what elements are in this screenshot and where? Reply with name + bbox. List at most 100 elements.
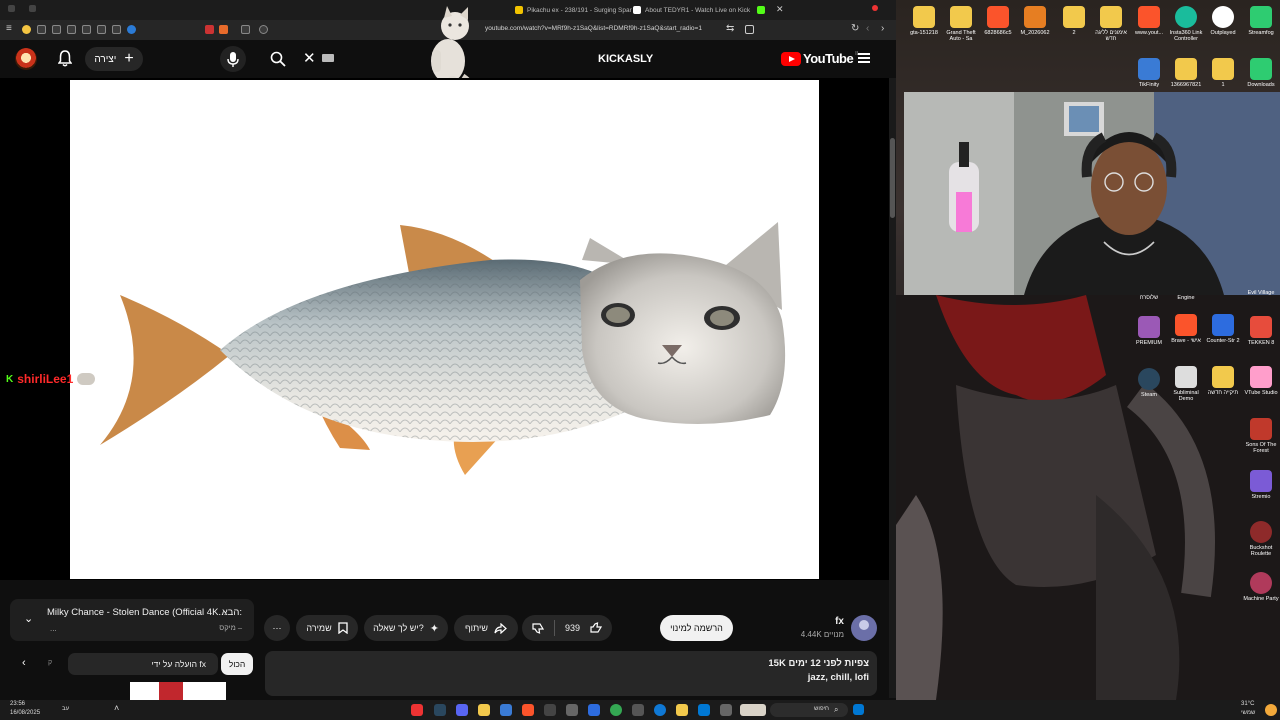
reload-icon[interactable]: ↻ — [851, 23, 859, 34]
desktop-icon[interactable]: Outplayed — [1205, 6, 1241, 36]
tab-kick-about[interactable]: About TEDYR1 - Watch Live on Kick — [633, 2, 750, 18]
file-explorer-icon[interactable] — [676, 704, 688, 716]
desktop-icon[interactable]: Sons Of The Forest — [1243, 418, 1279, 454]
app-icon[interactable] — [500, 704, 512, 716]
chip-all[interactable]: הכול — [221, 653, 253, 675]
more-actions-button[interactable]: ⋯ — [264, 615, 290, 641]
language-indicator[interactable]: עב — [62, 706, 69, 712]
description-box[interactable]: 15K צפיות לפני 12 ימים jazz, chill, lofi — [265, 651, 877, 696]
scrollbar-thumb[interactable] — [890, 138, 895, 218]
app-icon[interactable] — [566, 704, 578, 716]
create-button[interactable]: יצירה + — [85, 47, 143, 71]
guide-menu-icon[interactable] — [858, 53, 870, 63]
extension-icon[interactable] — [22, 25, 31, 34]
desktop-icon[interactable]: M_2026062 — [1017, 6, 1053, 36]
search-button[interactable] — [262, 46, 294, 72]
ask-button[interactable]: יש לך שאלה? ✦ — [364, 615, 448, 641]
youtube-logo[interactable]: YouTube IL — [781, 51, 859, 66]
menu-icon[interactable]: ≡ — [6, 23, 12, 34]
desktop-icon[interactable]: gta-151218 — [906, 6, 942, 36]
app-icon[interactable] — [720, 704, 732, 716]
weather-sun-icon[interactable] — [1265, 704, 1277, 716]
desktop-icon[interactable]: Counter-Str 2 — [1205, 314, 1241, 344]
chevron-left-icon[interactable]: ‹ — [22, 657, 26, 669]
desktop-icon[interactable]: Downloads — [1243, 58, 1279, 88]
desktop-icon[interactable]: PREMIUM — [1131, 316, 1167, 346]
extension-icon[interactable] — [112, 25, 121, 34]
desktop-icon[interactable]: 1366967821 — [1168, 58, 1204, 88]
desktop-icon[interactable]: VTube Studio — [1243, 366, 1279, 396]
bookmark-icon[interactable] — [745, 25, 754, 34]
notifications-bell-icon[interactable] — [58, 50, 72, 67]
alert-icon[interactable] — [205, 25, 214, 34]
clock-time[interactable]: 23:56 — [10, 701, 25, 707]
forward-icon[interactable]: › — [881, 23, 884, 34]
screen-icon[interactable] — [241, 25, 250, 34]
desktop-icon[interactable]: 1 — [1205, 58, 1241, 88]
page-scrollbar[interactable] — [889, 78, 896, 698]
desktop-icon[interactable]: Streamfog — [1243, 6, 1279, 36]
app-icon[interactable] — [411, 704, 423, 716]
taskbar-search[interactable]: חיפוש ⌕ — [770, 703, 848, 717]
app-icon[interactable] — [544, 704, 556, 716]
chrome-icon[interactable] — [610, 704, 622, 716]
desktop-icon[interactable]: Stremio — [1243, 470, 1279, 500]
widgets-icon[interactable] — [740, 704, 766, 716]
clock-date[interactable]: 16/08/2025 — [10, 710, 40, 716]
desktop-icon[interactable]: Brave - אישי — [1168, 314, 1204, 344]
desktop-icon[interactable]: TikFinity — [1131, 58, 1167, 88]
like-count[interactable]: 939 — [565, 623, 580, 633]
close-tab-icon[interactable]: ✕ — [776, 4, 784, 15]
video-frame[interactable] — [70, 80, 819, 579]
account-avatar[interactable] — [15, 48, 37, 70]
store-icon[interactable] — [698, 704, 710, 716]
back-icon[interactable]: ‹ — [866, 23, 869, 34]
up-next-card[interactable]: ⌄ Milky Chance - Stolen Dance (Official … — [10, 599, 254, 641]
desktop-icon[interactable]: שלוסרח — [1131, 295, 1167, 301]
extension-icon[interactable] — [67, 25, 76, 34]
keyboard-icon[interactable] — [322, 54, 334, 62]
desktop-icon[interactable]: www.yout... — [1131, 6, 1167, 36]
shield-icon[interactable] — [37, 25, 46, 34]
steam-icon[interactable] — [434, 704, 446, 716]
discord-icon[interactable] — [456, 704, 468, 716]
weather-condition[interactable]: שמשי — [1241, 710, 1255, 716]
desktop-icon[interactable]: Grand Theft Auto - Sa — [943, 6, 979, 42]
weather-temperature[interactable]: 31°C — [1241, 701, 1254, 707]
extension-icon[interactable] — [127, 25, 136, 34]
extension-icon[interactable] — [97, 25, 106, 34]
start-icon[interactable] — [853, 704, 864, 715]
brave-icon[interactable] — [522, 704, 534, 716]
tray-chevron-icon[interactable]: ˄ — [114, 703, 119, 713]
tab-pikachu[interactable]: Pikachu ex - 238/191 - Surging Spar — [515, 2, 632, 18]
save-button[interactable]: שמירה — [296, 615, 358, 641]
share-icon[interactable]: ⇆ — [726, 23, 734, 34]
tab-kick[interactable] — [757, 2, 765, 18]
desktop-icon[interactable]: Engine — [1168, 295, 1204, 301]
app-icon[interactable] — [588, 704, 600, 716]
desktop-icon[interactable]: Steam — [1131, 368, 1167, 398]
channel-avatar[interactable] — [851, 615, 877, 641]
desktop-icon[interactable]: TEKKEN 8 — [1243, 316, 1279, 346]
brave-shield-icon[interactable] — [219, 25, 228, 34]
subscribe-button[interactable]: הרשמה למינוי — [660, 615, 733, 641]
voice-search-button[interactable] — [220, 46, 246, 72]
settings-icon[interactable] — [632, 704, 644, 716]
related-video-thumbnail[interactable] — [130, 682, 226, 700]
clear-search-icon[interactable]: ✕ — [303, 49, 316, 67]
url-text[interactable]: youtube.com/watch?v=MRf9h-z1SaQ&list=RDM… — [485, 25, 702, 32]
desktop-icon[interactable]: אימונים לליגה חדש — [1093, 6, 1129, 42]
video-player[interactable] — [0, 78, 890, 580]
app-icon[interactable] — [478, 704, 490, 716]
desktop-icon[interactable]: Insta360 Link Controller — [1168, 6, 1204, 42]
desktop-icon[interactable]: 6828686c5 — [980, 6, 1016, 36]
desktop-icon[interactable]: Buckshot Roulette — [1243, 521, 1279, 557]
share-button[interactable]: שיתוף — [454, 615, 518, 641]
chip-uploaded-by[interactable]: הועלה על ידי fx — [68, 653, 218, 675]
dislike-icon[interactable] — [532, 622, 544, 634]
extension-icon[interactable] — [82, 25, 91, 34]
chevron-down-icon[interactable]: ⌄ — [24, 612, 33, 625]
search-input[interactable]: KICKASLY — [598, 53, 653, 65]
desktop-icon[interactable]: Evil Village — [1243, 290, 1279, 296]
like-icon[interactable] — [590, 622, 602, 634]
